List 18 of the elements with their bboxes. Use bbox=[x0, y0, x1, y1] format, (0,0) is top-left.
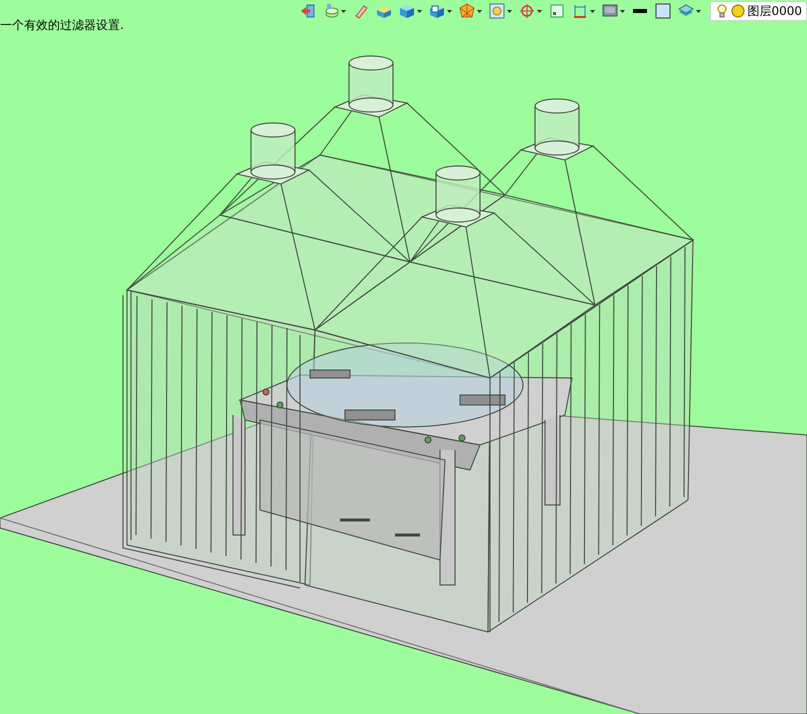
polygon-icon bbox=[459, 3, 476, 19]
target-icon bbox=[519, 3, 536, 19]
stack-icon bbox=[678, 3, 694, 19]
pencil-icon bbox=[353, 3, 370, 19]
layer-selector[interactable]: 图层0000 bbox=[710, 1, 807, 21]
toolbar-button[interactable] bbox=[653, 2, 674, 20]
lightbulb-icon bbox=[715, 4, 730, 18]
status-message: 一个有效的过滤器设置. bbox=[0, 17, 124, 34]
cube-icon bbox=[429, 3, 446, 19]
cube-icon bbox=[399, 3, 416, 19]
swatch-icon bbox=[655, 3, 672, 19]
square-icon bbox=[549, 3, 566, 19]
monitor-icon bbox=[602, 3, 618, 19]
dimension-icon bbox=[572, 3, 588, 19]
frame-icon bbox=[489, 3, 506, 19]
layers-icon bbox=[323, 3, 340, 19]
exit-arrow-icon bbox=[300, 3, 316, 19]
circle-icon bbox=[731, 4, 746, 18]
